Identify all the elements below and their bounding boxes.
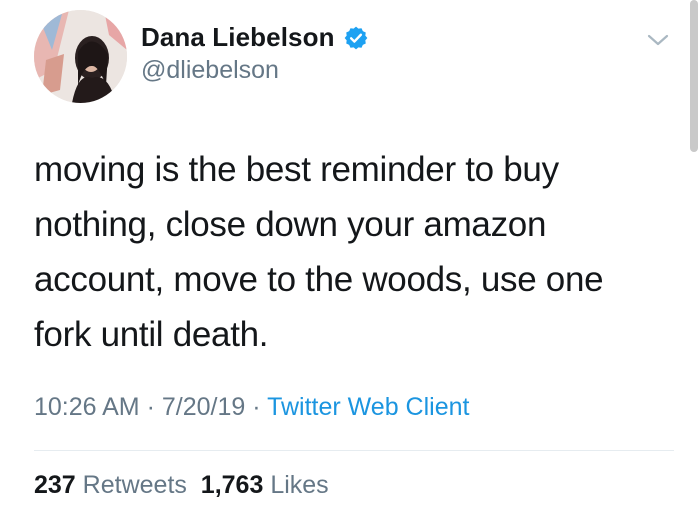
avatar-image	[34, 10, 127, 103]
tweet-card: Dana Liebelson @dliebelson moving is the…	[0, 0, 700, 522]
scrollbar[interactable]	[690, 0, 698, 152]
likes-stat[interactable]: 1,763 Likes	[201, 471, 329, 499]
avatar[interactable]	[34, 10, 127, 103]
likes-label: Likes	[270, 471, 329, 499]
author-name[interactable]: Dana Liebelson	[141, 22, 335, 53]
tweet-stats: 237 Retweets 1,763 Likes	[34, 471, 329, 500]
retweets-stat[interactable]: 237 Retweets	[34, 471, 187, 499]
retweets-count: 237	[34, 471, 76, 499]
meta-separator: ·	[146, 393, 155, 421]
verified-badge-icon	[343, 25, 369, 51]
divider	[34, 450, 674, 451]
meta-separator: ·	[252, 393, 261, 421]
tweet-client-link[interactable]: Twitter Web Client	[267, 393, 469, 421]
author-name-row[interactable]: Dana Liebelson	[141, 22, 369, 53]
retweets-label: Retweets	[82, 471, 187, 499]
likes-count: 1,763	[200, 471, 264, 499]
chevron-down-icon[interactable]	[645, 30, 671, 50]
tweet-meta: 10:26 AM · 7/20/19 · Twitter Web Client	[34, 393, 469, 422]
tweet-time[interactable]: 10:26 AM	[34, 393, 140, 421]
tweet-date[interactable]: 7/20/19	[162, 393, 245, 421]
author-handle[interactable]: @dliebelson	[141, 56, 279, 85]
tweet-text: moving is the best reminder to buy nothi…	[34, 150, 604, 354]
